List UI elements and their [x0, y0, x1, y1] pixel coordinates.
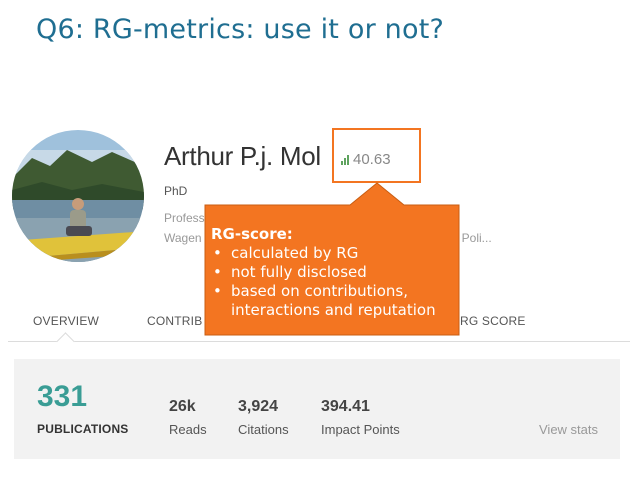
active-tab-caret [56, 332, 75, 351]
callout-item: not fully disclosed [211, 263, 457, 282]
bar-chart-icon [341, 154, 349, 165]
callout-item: calculated by RG [211, 244, 457, 263]
tab-contributions[interactable]: CONTRIB [147, 314, 202, 328]
avatar-photo [12, 130, 144, 262]
profile-name[interactable]: Arthur P.j. Mol [164, 141, 321, 172]
rg-score[interactable]: 40.63 [341, 151, 391, 168]
tabs-divider [8, 341, 630, 342]
impact-points-label: Impact Points [321, 422, 400, 437]
profile-institution[interactable]: Wagen [164, 231, 202, 245]
tab-rg-score[interactable]: RG SCORE [460, 314, 526, 328]
callout-title: RG-score: [211, 225, 293, 243]
callout-item: based on contributions, interactions and… [211, 282, 457, 320]
stats-panel [14, 359, 620, 459]
profile-avatar[interactable] [12, 130, 144, 262]
profile-degree: PhD [164, 184, 188, 198]
callout-text: RG-score: calculated by RG not fully dis… [211, 225, 457, 320]
impact-points-count: 394.41 [321, 398, 370, 415]
view-stats-link[interactable]: View stats [539, 422, 598, 437]
publications-label[interactable]: PUBLICATIONS [37, 422, 129, 436]
citations-count: 3,924 [238, 398, 279, 415]
profile-position: Profess [164, 211, 205, 225]
callout-list: calculated by RG not fully disclosed bas… [211, 244, 457, 320]
rg-score-value: 40.63 [353, 151, 391, 168]
citations-label: Citations [238, 422, 289, 437]
publications-count[interactable]: 331 [37, 380, 87, 414]
tab-overview[interactable]: OVERVIEW [33, 314, 99, 328]
reads-count: 26k [169, 398, 196, 415]
reads-label: Reads [169, 422, 207, 437]
slide-title: Q6: RG-metrics: use it or not? [36, 14, 445, 45]
